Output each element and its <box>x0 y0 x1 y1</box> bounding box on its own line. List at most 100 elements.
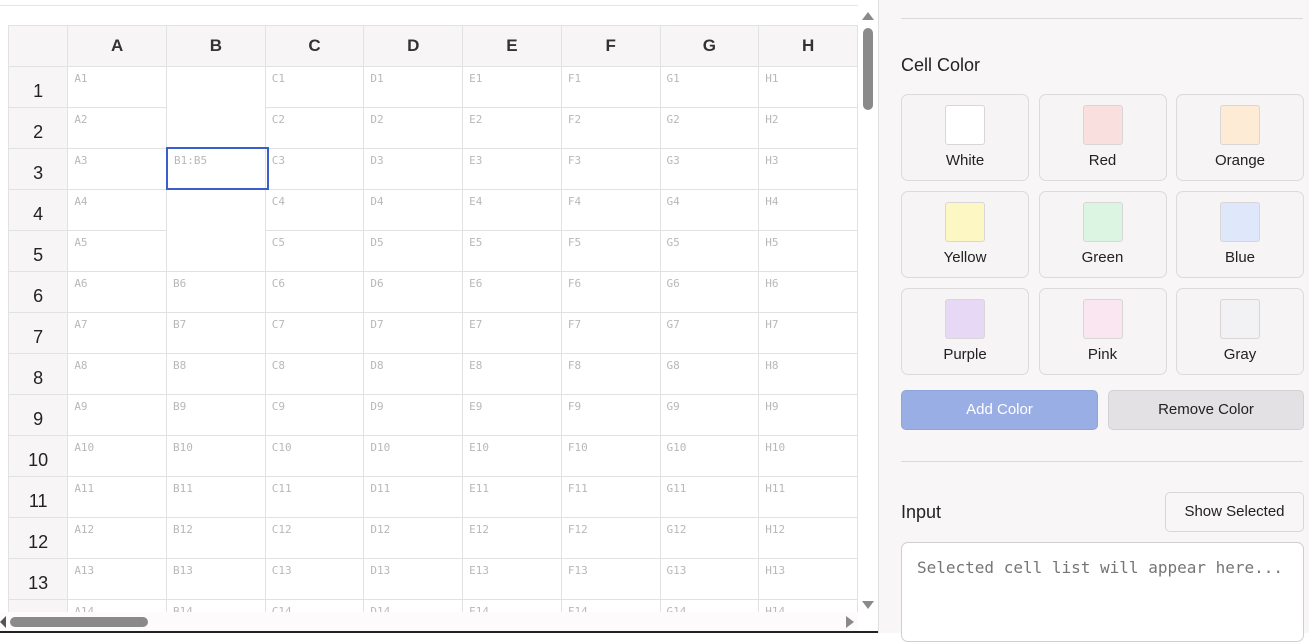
cell-f13[interactable]: F13 <box>560 558 661 600</box>
row-header-2[interactable]: 2 <box>7 107 69 149</box>
cell-d9[interactable]: D9 <box>363 394 464 436</box>
column-header-a[interactable]: A <box>67 25 168 67</box>
cell-f1[interactable]: F1 <box>560 66 661 108</box>
cell-e13[interactable]: E13 <box>462 558 562 600</box>
swatch-yellow[interactable]: Yellow <box>901 191 1029 278</box>
remove-color-button[interactable]: Remove Color <box>1108 390 1304 430</box>
swatch-blue[interactable]: Blue <box>1176 191 1304 278</box>
cell-e2[interactable]: E2 <box>462 107 562 149</box>
cell-c5[interactable]: C5 <box>264 230 365 272</box>
cell-d1[interactable]: D1 <box>363 66 464 108</box>
corner-cell[interactable] <box>7 25 69 67</box>
cell-d6[interactable]: D6 <box>363 271 464 313</box>
cell-c14[interactable]: C14 <box>264 599 365 612</box>
cell-f12[interactable]: F12 <box>560 517 661 559</box>
cell-a5[interactable]: A5 <box>67 230 168 272</box>
cell-c3[interactable]: C3 <box>264 148 365 190</box>
cell-a7[interactable]: A7 <box>67 312 168 354</box>
merged-cell-b1-b5-top[interactable]: B1:B5 <box>166 66 270 272</box>
column-header-e[interactable]: E <box>462 25 562 67</box>
cell-b6[interactable]: B6 <box>166 271 266 313</box>
cell-b10[interactable]: B10 <box>166 435 266 477</box>
cell-g7[interactable]: G7 <box>659 312 760 354</box>
cell-h4[interactable]: H4 <box>758 189 858 231</box>
cell-d10[interactable]: D10 <box>363 435 464 477</box>
cell-f6[interactable]: F6 <box>560 271 661 313</box>
cell-e8[interactable]: E8 <box>462 353 562 395</box>
cell-f8[interactable]: F8 <box>560 353 661 395</box>
swatch-white[interactable]: White <box>901 94 1029 181</box>
column-header-c[interactable]: C <box>264 25 365 67</box>
cell-a6[interactable]: A6 <box>67 271 168 313</box>
row-header-10[interactable]: 10 <box>7 435 69 477</box>
column-header-b[interactable]: B <box>166 25 266 67</box>
cell-h1[interactable]: H1 <box>758 66 858 108</box>
row-header-1[interactable]: 1 <box>7 66 69 108</box>
cell-e11[interactable]: E11 <box>462 476 562 518</box>
cell-a13[interactable]: A13 <box>67 558 168 600</box>
cell-c11[interactable]: C11 <box>264 476 365 518</box>
cell-d14[interactable]: D14 <box>363 599 464 612</box>
cell-d4[interactable]: D4 <box>363 189 464 231</box>
cell-a2[interactable]: A2 <box>67 107 168 149</box>
cell-c9[interactable]: C9 <box>264 394 365 436</box>
cell-g3[interactable]: G3 <box>659 148 760 190</box>
cell-g1[interactable]: G1 <box>659 66 760 108</box>
cell-b12[interactable]: B12 <box>166 517 266 559</box>
cell-h8[interactable]: H8 <box>758 353 858 395</box>
cell-a10[interactable]: A10 <box>67 435 168 477</box>
column-header-f[interactable]: F <box>560 25 661 67</box>
cell-f9[interactable]: F9 <box>560 394 661 436</box>
cell-h12[interactable]: H12 <box>758 517 858 559</box>
cell-g11[interactable]: G11 <box>659 476 760 518</box>
swatch-purple[interactable]: Purple <box>901 288 1029 375</box>
cell-b14[interactable]: B14 <box>166 599 266 612</box>
cell-g14[interactable]: G14 <box>659 599 760 612</box>
row-header-8[interactable]: 8 <box>7 353 69 395</box>
cell-a9[interactable]: A9 <box>67 394 168 436</box>
row-header-11[interactable]: 11 <box>7 476 69 518</box>
swatch-gray[interactable]: Gray <box>1176 288 1304 375</box>
cell-e14[interactable]: E14 <box>462 599 562 612</box>
cell-e12[interactable]: E12 <box>462 517 562 559</box>
cell-c7[interactable]: C7 <box>264 312 365 354</box>
selected-merged-cell[interactable]: B1:B5 <box>166 147 270 190</box>
cell-h11[interactable]: H11 <box>758 476 858 518</box>
column-header-h[interactable]: H <box>758 25 858 67</box>
column-header-g[interactable]: G <box>659 25 760 67</box>
cell-g2[interactable]: G2 <box>659 107 760 149</box>
cell-h3[interactable]: H3 <box>758 148 858 190</box>
cell-g10[interactable]: G10 <box>659 435 760 477</box>
cell-e3[interactable]: E3 <box>462 148 562 190</box>
cell-g8[interactable]: G8 <box>659 353 760 395</box>
cell-f11[interactable]: F11 <box>560 476 661 518</box>
cell-h13[interactable]: H13 <box>758 558 858 600</box>
cell-c6[interactable]: C6 <box>264 271 365 313</box>
cell-a4[interactable]: A4 <box>67 189 168 231</box>
cell-g5[interactable]: G5 <box>659 230 760 272</box>
cell-b8[interactable]: B8 <box>166 353 266 395</box>
cell-h5[interactable]: H5 <box>758 230 858 272</box>
cell-c13[interactable]: C13 <box>264 558 365 600</box>
row-header-12[interactable]: 12 <box>7 517 69 559</box>
cell-b9[interactable]: B9 <box>166 394 266 436</box>
scroll-down-arrow-icon[interactable] <box>862 601 874 609</box>
cell-h7[interactable]: H7 <box>758 312 858 354</box>
cell-c4[interactable]: C4 <box>264 189 365 231</box>
selected-cells-input[interactable] <box>901 542 1304 642</box>
swatch-red[interactable]: Red <box>1038 94 1167 181</box>
row-header-3[interactable]: 3 <box>7 148 69 190</box>
cell-d5[interactable]: D5 <box>363 230 464 272</box>
cell-e6[interactable]: E6 <box>462 271 562 313</box>
cell-f5[interactable]: F5 <box>560 230 661 272</box>
cell-g4[interactable]: G4 <box>659 189 760 231</box>
row-header-4[interactable]: 4 <box>7 189 69 231</box>
vertical-scroll-thumb[interactable] <box>863 28 873 110</box>
cell-a14[interactable]: A14 <box>67 599 168 612</box>
row-header-5[interactable]: 5 <box>7 230 69 272</box>
cell-f4[interactable]: F4 <box>560 189 661 231</box>
cell-h6[interactable]: H6 <box>758 271 858 313</box>
cell-b11[interactable]: B11 <box>166 476 266 518</box>
swatch-green[interactable]: Green <box>1038 191 1167 278</box>
cell-e10[interactable]: E10 <box>462 435 562 477</box>
